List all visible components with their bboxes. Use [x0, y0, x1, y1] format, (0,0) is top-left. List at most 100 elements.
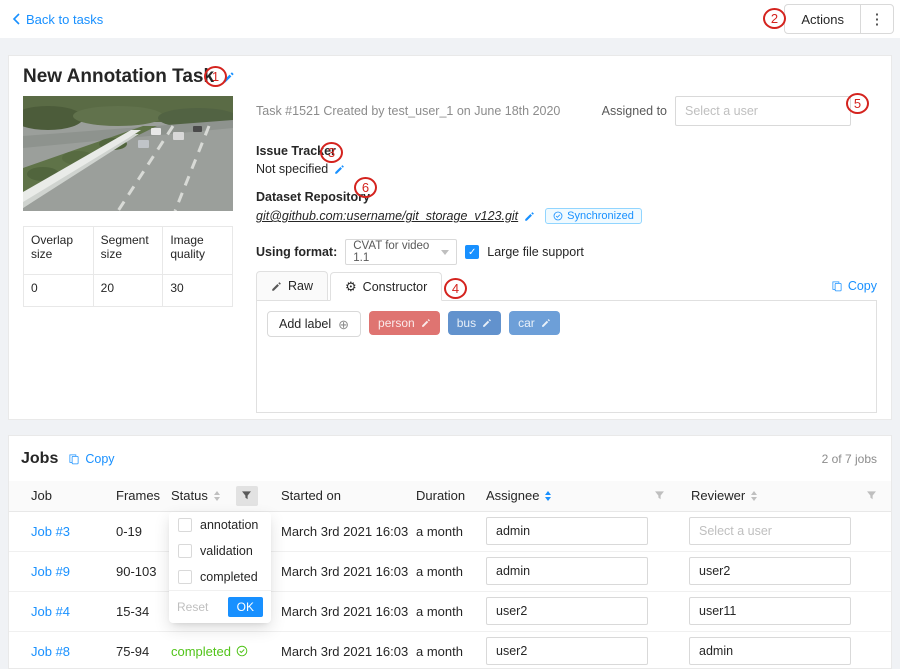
job-started: March 3rd 2021 16:03 — [281, 591, 416, 631]
large-file-label: Large file support — [487, 245, 584, 259]
label-chip-car: car — [509, 311, 560, 335]
sync-status-badge: Synchronized — [545, 208, 642, 224]
filter-option-completed[interactable]: completed — [169, 564, 271, 590]
filter-option-annotation[interactable]: annotation — [169, 512, 271, 538]
param-value-quality: 30 — [163, 275, 233, 307]
filter-option-label: completed — [200, 570, 258, 584]
repository-url: git@github.com:username/git_storage_v123… — [256, 209, 518, 223]
edit-label-icon[interactable] — [482, 318, 492, 328]
reviewer-input[interactable] — [689, 637, 851, 665]
actions-menu-button[interactable]: ⋮ — [860, 4, 894, 34]
column-assignee: Assignee — [486, 488, 539, 503]
edit-label-icon[interactable] — [421, 318, 431, 328]
large-file-checkbox[interactable]: ✓ — [465, 245, 479, 259]
copy-labels-button[interactable]: Copy — [831, 279, 877, 293]
page-root: { "topbar": { "back_label": "Back to tas… — [0, 0, 900, 669]
plus-circle-icon: ⊕ — [338, 318, 349, 331]
task-left-column: Overlap size Segment size Image quality … — [23, 96, 233, 307]
reviewer-input[interactable] — [689, 557, 851, 585]
label-chip-bus: bus — [448, 311, 501, 335]
job-duration: a month — [416, 591, 486, 631]
traffic-road-photo — [23, 96, 233, 211]
status-filter-icon[interactable] — [236, 486, 258, 506]
job-status: completed — [171, 644, 248, 659]
labels-pane: Add label ⊕ person bus car — [256, 301, 877, 413]
copy-jobs-button[interactable]: Copy — [68, 452, 114, 466]
reviewer-filter-icon[interactable] — [866, 490, 877, 501]
copy-label: Copy — [848, 279, 877, 293]
column-frames: Frames — [116, 488, 160, 503]
back-to-tasks-label: Back to tasks — [26, 12, 103, 27]
param-header-overlap: Overlap size — [24, 227, 94, 275]
reviewer-sort-icons[interactable] — [751, 491, 757, 501]
job-frames: 0-19 — [116, 511, 171, 551]
column-job: Job — [31, 488, 52, 503]
filter-ok-button[interactable]: OK — [228, 597, 263, 617]
task-parameters-table: Overlap size Segment size Image quality … — [23, 226, 233, 307]
dataset-repository-block: Dataset Repository git@github.com:userna… — [256, 190, 877, 224]
filter-option-validation[interactable]: validation — [169, 538, 271, 564]
labels-tab-bar: Raw ⚙ Constructor Copy — [256, 272, 877, 301]
label-name: person — [378, 316, 415, 330]
assigned-to-select[interactable] — [675, 96, 851, 126]
raw-tab-pencil-icon — [271, 281, 282, 292]
assignee-input[interactable] — [486, 557, 648, 585]
assignee-sort-icons[interactable] — [545, 491, 551, 501]
job-status-text: completed — [171, 644, 231, 659]
sync-status-label: Synchronized — [567, 210, 634, 222]
column-reviewer: Reviewer — [691, 488, 745, 503]
job-link[interactable]: Job #4 — [31, 604, 70, 619]
table-row: Job #8 75-94 completed March 3rd 2021 16… — [9, 631, 892, 669]
column-duration: Duration — [416, 488, 465, 503]
annotation-marker-2: 2 — [763, 8, 786, 29]
job-link[interactable]: Job #9 — [31, 564, 70, 579]
job-link[interactable]: Job #3 — [31, 524, 70, 539]
job-duration: a month — [416, 551, 486, 591]
task-meta: Task #1521 Created by test_user_1 on Jun… — [256, 104, 560, 118]
jobs-table-header-row: Job Frames Status Started on Duration As… — [9, 481, 892, 511]
format-select[interactable]: CVAT for video 1.1 — [345, 239, 457, 265]
checkbox-icon — [178, 544, 192, 558]
select-caret-icon — [441, 250, 449, 255]
page-title: New Annotation Task — [23, 66, 214, 88]
assignee-filter-icon[interactable] — [654, 490, 665, 501]
back-to-tasks-link[interactable]: Back to tasks — [12, 12, 103, 27]
job-link[interactable]: Job #8 — [31, 644, 70, 659]
filter-reset-button[interactable]: Reset — [177, 600, 208, 614]
annotation-marker-3: 3 — [320, 142, 343, 163]
copy-icon — [831, 280, 843, 292]
edit-issue-tracker-icon[interactable] — [334, 164, 345, 175]
assignee-input[interactable] — [486, 637, 648, 665]
job-started: March 3rd 2021 16:03 — [281, 511, 416, 551]
filter-footer: Reset OK — [169, 590, 271, 623]
table-row: Job #3 0-19 March 3rd 2021 16:03 a month — [9, 511, 892, 551]
add-label-button[interactable]: Add label ⊕ — [267, 311, 361, 337]
assignee-input[interactable] — [486, 517, 648, 545]
tab-constructor[interactable]: ⚙ Constructor — [330, 272, 442, 301]
copy-label: Copy — [85, 452, 114, 466]
reviewer-input[interactable] — [689, 517, 851, 545]
task-right-column: Task #1521 Created by test_user_1 on Jun… — [256, 96, 877, 413]
issue-tracker-block: Issue Tracker Not specified — [256, 144, 877, 176]
status-sort-icons[interactable] — [214, 491, 220, 501]
filter-option-label: annotation — [200, 518, 258, 532]
actions-button[interactable]: Actions — [784, 4, 861, 34]
annotation-marker-5: 5 — [846, 93, 869, 114]
annotation-marker-1: 1 — [204, 66, 227, 87]
filter-option-label: validation — [200, 544, 253, 558]
label-chip-person: person — [369, 311, 440, 335]
reviewer-input[interactable] — [689, 597, 851, 625]
copy-icon — [68, 453, 80, 465]
edit-label-icon[interactable] — [541, 318, 551, 328]
job-frames: 75-94 — [116, 631, 171, 669]
jobs-title: Jobs — [21, 450, 58, 468]
labels-widget: Raw ⚙ Constructor Copy Add label ⊕ perso… — [256, 272, 877, 413]
edit-repository-icon[interactable] — [524, 211, 535, 222]
jobs-card: Jobs Copy 2 of 7 jobs Job Frames Status … — [8, 435, 892, 669]
tab-raw[interactable]: Raw — [256, 271, 328, 300]
sync-check-icon — [553, 211, 563, 221]
task-preview-image — [23, 96, 233, 211]
assignee-input[interactable] — [486, 597, 648, 625]
annotation-marker-4: 4 — [444, 278, 467, 299]
constructor-tab-label: Constructor — [363, 280, 428, 294]
